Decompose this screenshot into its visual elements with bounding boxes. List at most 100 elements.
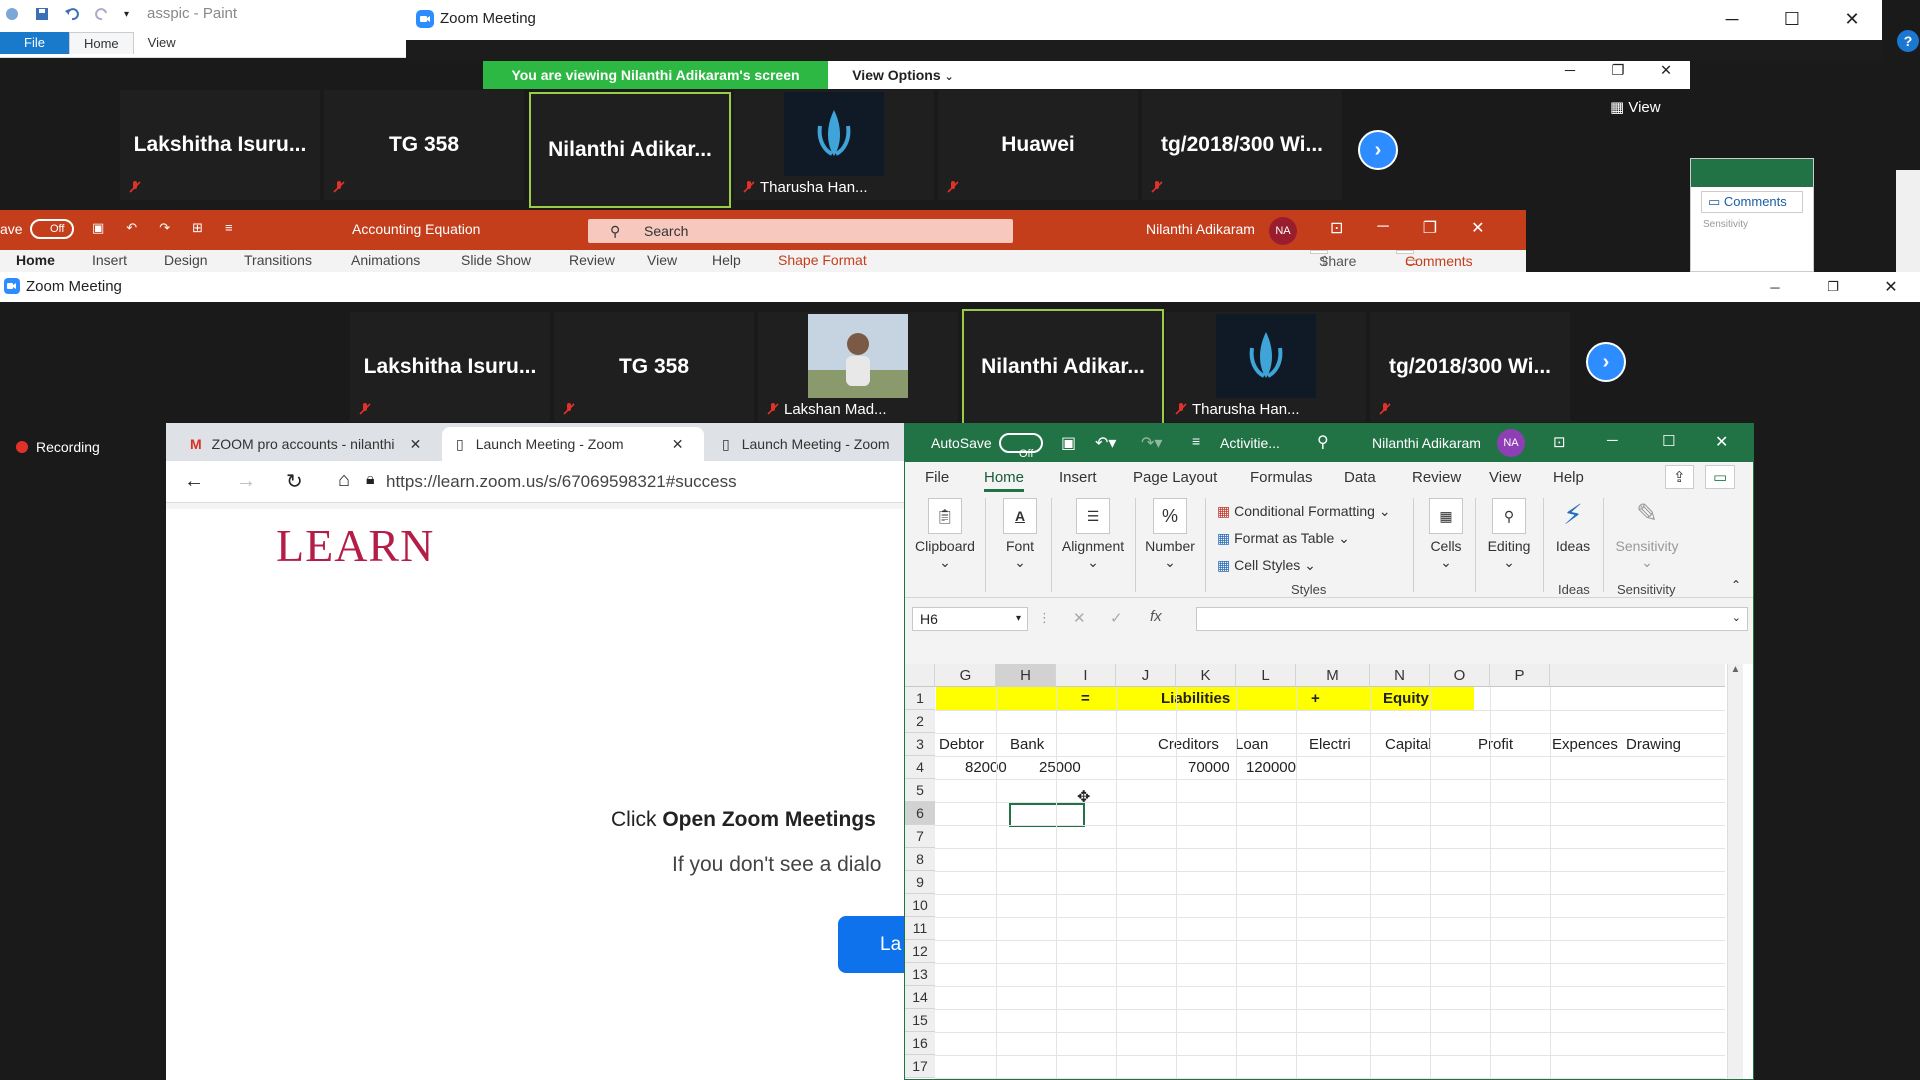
row-header-12[interactable]: 12	[905, 940, 935, 963]
help-icon[interactable]: ?	[1897, 30, 1919, 52]
ppt-tab-insert[interactable]: Insert	[92, 252, 127, 268]
cell-styles-button[interactable]: ▦ Cell Styles ⌄	[1217, 552, 1391, 579]
cells-button[interactable]: ▦ Cells ⌄	[1421, 498, 1471, 571]
paint-tab-file[interactable]: File	[0, 32, 69, 54]
row-header-4[interactable]: 4	[905, 756, 935, 779]
cell-H4[interactable]: 25000	[1039, 756, 1081, 779]
comments-button[interactable]: ▭ Comments	[1396, 250, 1473, 269]
excel-tab-home[interactable]: Home	[984, 469, 1025, 492]
save-icon[interactable]: ▣	[92, 220, 104, 236]
enter-icon[interactable]: ✓	[1110, 609, 1123, 627]
number-button[interactable]: % Number ⌄	[1139, 498, 1201, 571]
column-header-J[interactable]: J	[1116, 664, 1176, 687]
worksheet-grid[interactable]: GHIJKLMNOP 1 2 3 4 5 6 7 8 9 10 11 12 13 14 15 16 17 = L…	[905, 664, 1753, 1079]
cell-M3[interactable]: Capital	[1385, 733, 1432, 756]
view-options-button[interactable]: View Options ⌄	[828, 61, 978, 89]
minimize-icon[interactable]: ─	[1377, 218, 1388, 238]
ppt-tab-transitions[interactable]: Transitions	[244, 252, 312, 268]
cell-N3[interactable]: Profit	[1478, 733, 1513, 756]
launch-meeting-button[interactable]: La	[838, 916, 904, 973]
address-bar[interactable]: https://learn.zoom.us/s/67069598321#succ…	[386, 472, 737, 492]
insert-function-icon[interactable]: fx	[1150, 608, 1162, 625]
search-icon[interactable]: ⚲	[1317, 432, 1329, 452]
scrollbar[interactable]	[1896, 170, 1920, 274]
ppt-search-box[interactable]: ⚲ Search	[588, 219, 1013, 243]
close-tab-icon[interactable]: ✕	[672, 436, 684, 453]
participant-tile[interactable]: tg/2018/300 Wi...	[1142, 90, 1342, 200]
column-header-P[interactable]: P	[1490, 664, 1550, 687]
ppt-tab-shape-format[interactable]: Shape Format	[778, 252, 867, 268]
participant-tile[interactable]: Tharusha Han...	[734, 90, 934, 200]
paint-tab-view[interactable]: View	[134, 32, 190, 54]
home-icon[interactable]: ⌂	[338, 469, 350, 492]
excel-tab-insert[interactable]: Insert	[1059, 469, 1097, 486]
share-icon[interactable]: ⇪	[1665, 465, 1694, 489]
cell-H1[interactable]: =	[1081, 687, 1090, 710]
cell-J3[interactable]: Creditors	[1158, 733, 1219, 756]
view-button[interactable]: ▦ View	[1610, 98, 1661, 116]
reload-icon[interactable]: ↻	[286, 469, 303, 494]
autosave-toggle[interactable]: Off	[30, 219, 74, 239]
participant-tile[interactable]: tg/2018/300 Wi...	[1370, 312, 1570, 422]
excel-tab-view[interactable]: View	[1489, 469, 1521, 486]
browser-tab[interactable]: ▯ Launch Meeting - Zoom	[708, 427, 904, 461]
row-header-15[interactable]: 15	[905, 1009, 935, 1032]
row-header-3[interactable]: 3	[905, 733, 935, 756]
back-icon[interactable]: ←	[184, 470, 204, 493]
excel-tab-page-layout[interactable]: Page Layout	[1133, 469, 1217, 486]
cell-L3[interactable]: Electri	[1309, 733, 1351, 756]
redo-icon[interactable]	[94, 6, 110, 22]
undo-icon[interactable]	[64, 6, 80, 22]
autosave-toggle[interactable]: Off	[999, 433, 1043, 460]
close-tab-icon[interactable]: ✕	[410, 436, 422, 453]
ribbon-display-icon[interactable]: ⊡	[1330, 218, 1343, 238]
clipboard-button[interactable]: 📋︎ Clipboard ⌄	[913, 498, 977, 571]
row-header-10[interactable]: 10	[905, 894, 935, 917]
customize-icon[interactable]: ≡	[225, 220, 233, 236]
row-header-8[interactable]: 8	[905, 848, 935, 871]
comments-button[interactable]: ▭ Comments	[1701, 191, 1803, 213]
lock-icon[interactable]: 🔒︎	[366, 471, 375, 489]
column-header-M[interactable]: M	[1296, 664, 1370, 687]
cell-P3[interactable]: Drawing	[1626, 733, 1681, 756]
row-header-14[interactable]: 14	[905, 986, 935, 1009]
ppt-tab-view[interactable]: View	[647, 252, 677, 268]
next-page-button[interactable]: ›	[1358, 130, 1398, 170]
present-icon[interactable]: ⊞	[192, 220, 203, 236]
select-all-corner[interactable]	[905, 664, 935, 687]
user-avatar[interactable]: NA	[1497, 429, 1525, 457]
participant-tile[interactable]: Huawei	[938, 90, 1138, 200]
comment-icon[interactable]: ▭	[1705, 465, 1736, 489]
cell-H3[interactable]: Bank	[1010, 733, 1044, 756]
minimize-icon[interactable]: ─	[1607, 432, 1618, 449]
row-header-9[interactable]: 9	[905, 871, 935, 894]
participant-tile[interactable]: Tharusha Han...	[1166, 312, 1366, 422]
alignment-button[interactable]: ☰ Alignment ⌄	[1055, 498, 1131, 571]
close-icon[interactable]: ✕	[1822, 0, 1882, 38]
cancel-icon[interactable]: ✕	[1073, 609, 1086, 627]
row-header-6[interactable]: 6	[905, 802, 935, 825]
cell-G3[interactable]: Debtor	[939, 733, 984, 756]
minimize-icon[interactable]: ─	[1746, 272, 1804, 302]
ribbon-display-icon[interactable]: ⊡	[1553, 433, 1566, 451]
column-header-L[interactable]: L	[1236, 664, 1296, 687]
close-icon[interactable]: ✕	[1715, 432, 1728, 452]
participant-tile-active-speaker[interactable]: Nilanthi Adikar...	[962, 309, 1164, 425]
format-as-table-button[interactable]: ▦ Format as Table ⌄	[1217, 525, 1391, 552]
cell-L1[interactable]: +	[1311, 687, 1320, 710]
browser-tab[interactable]: M ZOOM pro accounts - nilanthi ✕	[176, 427, 438, 461]
cell-J1[interactable]: Liabilities	[1161, 687, 1230, 710]
minimize-icon[interactable]: ─	[1702, 0, 1762, 38]
save-icon[interactable]	[34, 6, 50, 22]
vertical-scrollbar[interactable]: ▲	[1727, 664, 1743, 1079]
participant-tile-active-speaker[interactable]: Nilanthi Adikar...	[529, 92, 731, 208]
ppt-tab-help[interactable]: Help	[712, 252, 741, 268]
participant-tile[interactable]: TG 358	[324, 90, 524, 200]
row-header-2[interactable]: 2	[905, 710, 935, 733]
forward-icon[interactable]: →	[236, 470, 256, 493]
column-header-I[interactable]: I	[1056, 664, 1116, 687]
column-header-K[interactable]: K	[1176, 664, 1236, 687]
redo-icon[interactable]: ↷▾	[1141, 433, 1162, 453]
row-header-7[interactable]: 7	[905, 825, 935, 848]
excel-tab-file[interactable]: File	[925, 469, 949, 486]
